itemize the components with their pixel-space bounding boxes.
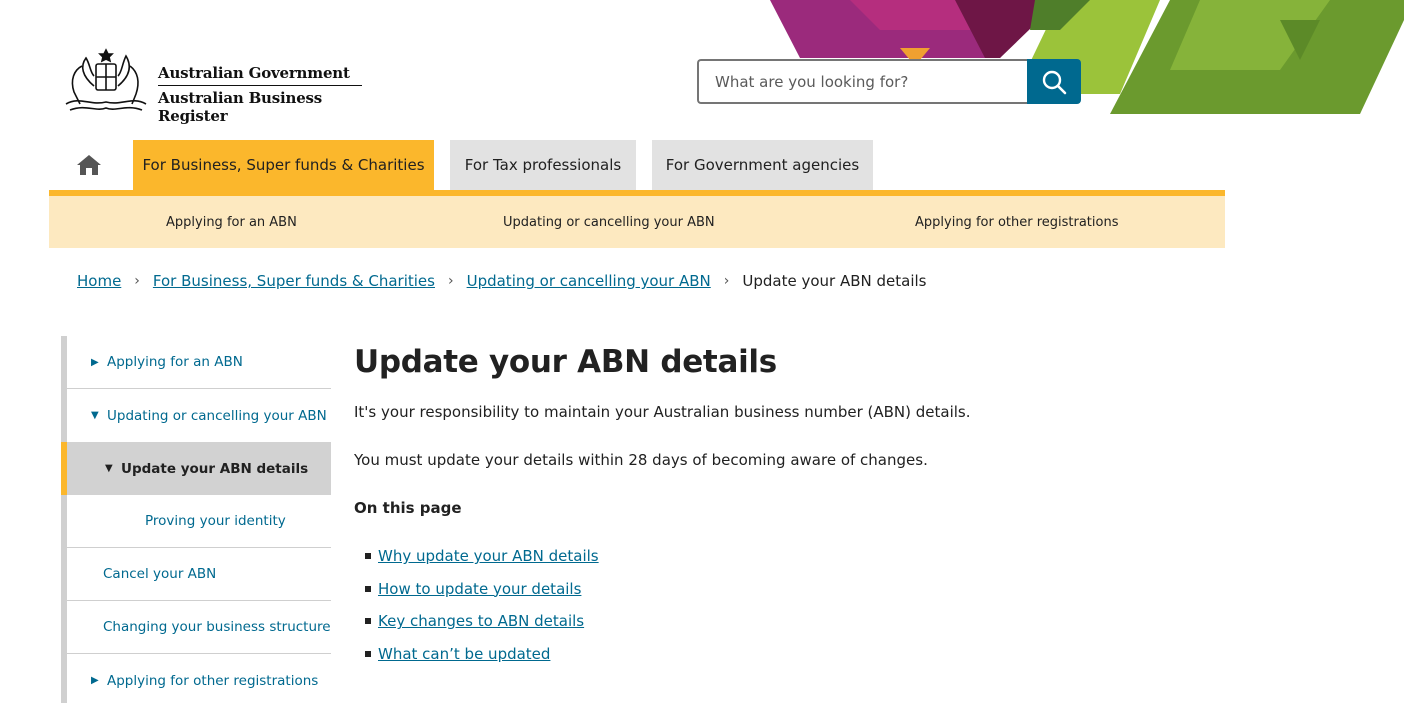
list-item: What can’t be updated: [354, 643, 599, 676]
coat-of-arms-icon: [65, 48, 147, 111]
breadcrumb-separator: ›: [134, 273, 140, 289]
tab-business[interactable]: For Business, Super funds & Charities: [133, 140, 434, 190]
home-icon: [77, 155, 101, 175]
search-icon: [1042, 70, 1067, 94]
sidenav-item-proving-identity[interactable]: Proving your identity: [67, 495, 331, 548]
sidenav-item-other-registrations[interactable]: ▶ Applying for other registrations: [67, 654, 331, 707]
caret-right-icon: ▶: [91, 356, 99, 368]
bullet-icon: [365, 553, 371, 559]
caret-down-icon: ▼: [91, 410, 99, 421]
caret-right-icon: ▶: [91, 675, 99, 686]
search-form: [697, 59, 1081, 104]
bullet-icon: [365, 651, 371, 658]
home-tab[interactable]: [49, 140, 129, 190]
main-content: Update your ABN details It's your respon…: [354, 340, 1214, 663]
sidenav-item-label: Cancel your ABN: [103, 566, 217, 582]
page-title: Update your ABN details: [354, 344, 777, 380]
subnav-applying-abn[interactable]: Applying for an ABN: [166, 196, 297, 248]
sidenav-item-updating-cancelling[interactable]: ▼ Updating or cancelling your ABN: [67, 389, 331, 442]
breadcrumb-home[interactable]: Home: [77, 272, 121, 290]
toc-link-why-update[interactable]: Why update your ABN details: [378, 547, 599, 565]
sidenav-item-label: Updating or cancelling your ABN: [107, 407, 327, 424]
subnav-updating-cancelling-abn[interactable]: Updating or cancelling your ABN: [503, 196, 715, 248]
on-this-page-heading: On this page: [354, 499, 462, 517]
toc-link-cant-update[interactable]: What can’t be updated: [378, 645, 550, 663]
subnav-other-registrations[interactable]: Applying for other registrations: [915, 196, 1119, 248]
breadcrumb-separator: ›: [723, 273, 730, 289]
sidenav-item-business-structure[interactable]: Changing your business structure: [67, 601, 331, 654]
toc-link-key-changes[interactable]: Key changes to ABN details: [378, 612, 584, 630]
sidenav-item-label: Changing your business structure: [103, 619, 331, 635]
sidenav-item-label: Applying for other registrations: [107, 672, 319, 689]
secondary-nav: Applying for an ABN Updating or cancelli…: [49, 196, 1225, 248]
logo-line-register: Australian Business Register: [158, 89, 323, 125]
breadcrumb-separator: ›: [447, 273, 454, 289]
tab-tax-professionals[interactable]: For Tax professionals: [450, 140, 636, 190]
sidenav-item-label: Applying for an ABN: [107, 354, 243, 370]
toc-link-how-to-update[interactable]: How to update your details: [378, 580, 581, 598]
breadcrumb-current: Update your ABN details: [742, 272, 927, 290]
tab-government-agencies[interactable]: For Government agencies: [652, 140, 873, 190]
list-item: Key changes to ABN details: [354, 610, 599, 643]
sidenav-item-cancel-abn[interactable]: Cancel your ABN: [67, 548, 331, 601]
sidenav-item-applying-abn[interactable]: ▶ Applying for an ABN: [67, 336, 331, 389]
bullet-icon: [365, 618, 371, 625]
sidenav-item-update-details[interactable]: ▼ Update your ABN details: [67, 442, 331, 495]
breadcrumb-updating-cancelling[interactable]: Updating or cancelling your ABN: [467, 272, 711, 290]
side-nav: ▶ Applying for an ABN ▼ Updating or canc…: [61, 336, 331, 703]
intro-paragraph: It's your responsibility to maintain you…: [354, 403, 971, 421]
notice-paragraph: You must update your details within 28 d…: [354, 451, 928, 469]
abr-logo[interactable]: Australian Government Australian Busines…: [60, 46, 370, 125]
primary-nav: For Business, Super funds & Charities Fo…: [49, 140, 1225, 196]
sidenav-item-label: Update your ABN details: [121, 460, 309, 477]
breadcrumb-business[interactable]: For Business, Super funds & Charities: [153, 272, 435, 290]
caret-down-icon: ▼: [105, 463, 113, 474]
logo-line-government: Australian Government: [158, 64, 362, 86]
bullet-icon: [365, 585, 371, 592]
search-input[interactable]: [697, 59, 1027, 104]
list-item: How to update your details: [354, 578, 599, 611]
sidenav-item-label: Proving your identity: [145, 513, 286, 529]
list-item: Why update your ABN details: [354, 545, 599, 578]
breadcrumb: Home › For Business, Super funds & Chari…: [77, 268, 926, 294]
search-button[interactable]: [1027, 59, 1081, 104]
on-this-page-list: Why update your ABN details How to updat…: [354, 545, 599, 676]
